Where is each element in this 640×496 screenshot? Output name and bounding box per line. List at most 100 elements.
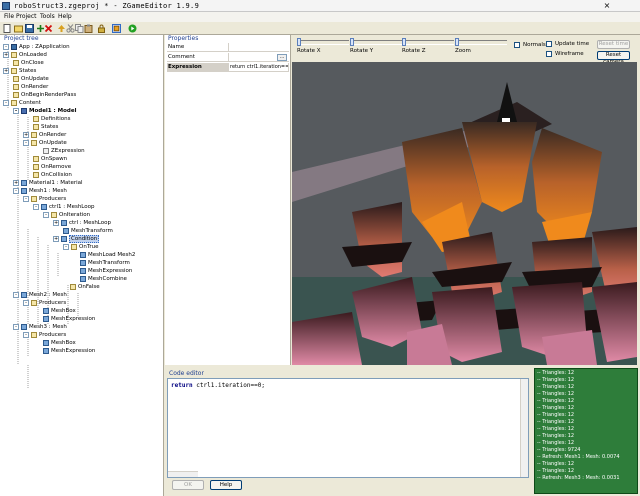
expand-toggle[interactable]: + [3, 67, 9, 74]
zoom-slider[interactable] [455, 38, 507, 46]
tree-item-mesh3-meshexpression[interactable]: MeshExpression [43, 347, 95, 355]
collapse-toggle[interactable]: - [23, 299, 29, 306]
tree-item-mesh2[interactable]: - Mesh2 : Mesh [13, 291, 67, 299]
collapse-toggle[interactable]: - [13, 107, 19, 114]
tree-item-ctrl-meshloop[interactable]: + ctrl : MeshLoop [53, 219, 111, 227]
rotate-x-slider[interactable] [297, 38, 349, 46]
collapse-toggle[interactable]: - [13, 187, 19, 194]
copy-icon[interactable] [75, 24, 84, 33]
tree-item-mesh3-meshbox[interactable]: MeshBox [43, 339, 76, 347]
tree-item-model-states[interactable]: States [33, 123, 58, 131]
vertical-scrollbar[interactable] [520, 379, 528, 477]
menu-tools[interactable]: Tools [40, 13, 55, 20]
tree-item-onupdate[interactable]: OnUpdate [13, 75, 49, 83]
tree-item-meshexpression[interactable]: MeshExpression [80, 267, 132, 275]
menu-project[interactable]: Project [16, 13, 37, 20]
property-expression-input[interactable]: return ctrl1.iteration==0; [228, 63, 288, 71]
slider-knob[interactable] [455, 38, 459, 46]
tree-item-ontrue[interactable]: - OnTrue [63, 243, 99, 251]
tree-item-onbeginrenderpass[interactable]: OnBeginRenderPass [13, 91, 76, 99]
log-line: -- Triangles: 12 [537, 426, 575, 432]
tree-item-meshtransform[interactable]: MeshTransform [63, 227, 113, 235]
tree-item-mesh3[interactable]: - Mesh3 : Mesh [13, 323, 67, 331]
collapse-toggle[interactable]: - [13, 291, 19, 298]
tree-item-condition[interactable]: + Condition [53, 235, 100, 243]
collapse-toggle[interactable]: - [3, 43, 9, 50]
expand-toggle[interactable]: + [3, 51, 9, 58]
normals-checkbox[interactable] [514, 42, 520, 48]
run-icon[interactable] [128, 24, 137, 33]
reset-time-button[interactable]: Reset time [597, 40, 630, 49]
tree-label: App : ZApplication [19, 44, 70, 50]
tree-item-mesh2-producers[interactable]: - Producers [23, 299, 66, 307]
property-name-input[interactable] [228, 43, 288, 51]
tree-item-mesh2-meshexpression[interactable]: MeshExpression [43, 315, 95, 323]
menu-help[interactable]: Help [58, 13, 72, 20]
move-up-icon[interactable] [57, 24, 66, 33]
tree-item-meshcombine[interactable]: MeshCombine [80, 275, 127, 283]
ok-button[interactable]: OK [172, 480, 204, 490]
tree-item-oncollision[interactable]: OnCollision [33, 171, 72, 179]
help-button[interactable]: Help [210, 480, 242, 490]
tree-item-zexpression[interactable]: ZExpression [43, 147, 85, 155]
open-icon[interactable] [14, 24, 23, 33]
lock-icon[interactable] [97, 24, 106, 33]
tree-item-states[interactable]: + States [3, 67, 36, 75]
horizontal-scrollbar[interactable] [168, 471, 198, 477]
reset-camera-button[interactable]: Reset camera [597, 51, 630, 65]
log-line: -- Triangles: 12 [537, 440, 575, 446]
tree-item-model-onrender[interactable]: + OnRender [23, 131, 66, 139]
tree-item-onspawn[interactable]: OnSpawn [33, 155, 67, 163]
tree-item-mesh2-meshbox[interactable]: MeshBox [43, 307, 76, 315]
slider-knob[interactable] [402, 38, 406, 46]
tree-item-onloaded[interactable]: + OnLoaded [3, 51, 47, 59]
collapse-toggle[interactable]: - [43, 211, 49, 218]
slider-knob[interactable] [297, 38, 301, 46]
tree-item-oniteration[interactable]: - OnIteration [43, 211, 90, 219]
collapse-toggle[interactable]: - [3, 99, 9, 106]
collapse-toggle[interactable]: - [33, 203, 39, 210]
tree-item-onclose[interactable]: OnClose [13, 59, 44, 67]
tree-item-model-onupdate[interactable]: - OnUpdate [23, 139, 67, 147]
tree-item-meshload-mesh2[interactable]: MeshLoad Mesh2 [80, 251, 135, 259]
expand-toggle[interactable]: + [23, 131, 29, 138]
close-window-button[interactable]: × [602, 1, 612, 10]
rotate-z-slider[interactable] [402, 38, 454, 46]
tree-item-ontrue-meshtransform[interactable]: MeshTransform [80, 259, 130, 267]
tree-item-onremove[interactable]: OnRemove [33, 163, 71, 171]
tree-item-material1[interactable]: + Material1 : Material [13, 179, 83, 187]
code-editor-textarea[interactable]: return ctrl1.iteration==0; [167, 378, 529, 478]
wireframe-checkbox[interactable] [546, 51, 552, 57]
3d-viewport[interactable] [292, 62, 637, 365]
rendered-scene[interactable] [292, 62, 637, 365]
selected-tool-icon[interactable] [112, 24, 121, 33]
collapse-toggle[interactable]: - [23, 195, 29, 202]
expand-toggle[interactable]: + [53, 235, 59, 242]
menu-file[interactable]: File [4, 13, 14, 20]
paste-icon[interactable] [84, 24, 93, 33]
slider-knob[interactable] [350, 38, 354, 46]
tree-item-onrender[interactable]: OnRender [13, 83, 48, 91]
collapse-toggle[interactable]: - [23, 331, 29, 338]
save-icon[interactable] [25, 24, 34, 33]
expand-toggle[interactable]: + [13, 179, 19, 186]
tree-item-app[interactable]: - App : ZApplication [3, 43, 70, 51]
delete-icon[interactable] [44, 24, 53, 33]
tree-item-mesh1-producers[interactable]: - Producers [23, 195, 66, 203]
rotate-y-slider[interactable] [350, 38, 402, 46]
tree-item-model1[interactable]: - Model1 : Model [13, 107, 76, 115]
tree-item-onfalse[interactable]: OnFalse [70, 283, 100, 291]
cut-icon[interactable] [66, 24, 75, 33]
collapse-toggle[interactable]: - [13, 323, 19, 330]
new-icon[interactable] [3, 24, 12, 33]
tree-item-content[interactable]: - Content [3, 99, 41, 107]
browse-button[interactable]: ... [277, 54, 287, 61]
expand-toggle[interactable]: + [53, 219, 59, 226]
tree-item-ctrl1-meshloop[interactable]: - ctrl1 : MeshLoop [33, 203, 95, 211]
collapse-toggle[interactable]: - [23, 139, 29, 146]
tree-item-definitions[interactable]: Definitions [33, 115, 71, 123]
tree-item-mesh1[interactable]: - Mesh1 : Mesh [13, 187, 67, 195]
collapse-toggle[interactable]: - [63, 243, 69, 250]
tree-item-mesh3-producers[interactable]: - Producers [23, 331, 66, 339]
update-time-checkbox[interactable] [546, 41, 552, 47]
